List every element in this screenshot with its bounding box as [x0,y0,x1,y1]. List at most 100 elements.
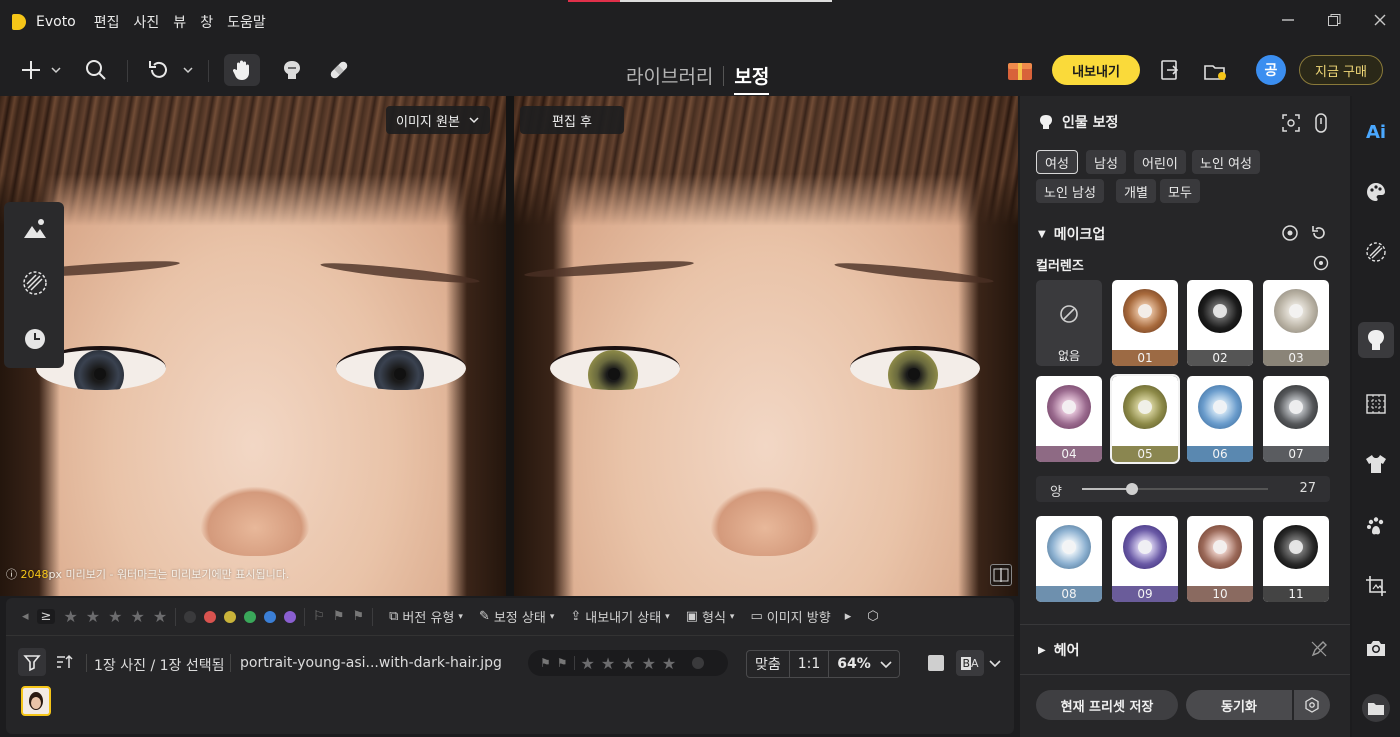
history-clock-icon[interactable] [22,326,48,352]
export-button[interactable]: 내보내기 [1052,55,1140,85]
version-type-filter[interactable]: ⧉ 버전 유형 ▾ [389,607,463,626]
flag-icon[interactable]: ⚐ [313,609,325,624]
lens-11[interactable]: 11 [1263,516,1329,602]
photo-canvas[interactable]: 이미지 원본 편집 후 ⓘ 2048px 미리보기 - 워터마크는 미리보기에만… [0,96,1018,596]
landscape-tool-icon[interactable] [22,216,48,242]
folder-add-icon[interactable] [1362,694,1390,722]
sync-button[interactable]: 동기화 [1186,690,1292,720]
color-label-none[interactable] [184,610,197,623]
add-icon[interactable] [18,54,44,86]
portrait-adjust-icon[interactable] [1314,113,1328,133]
portrait-tool-icon[interactable] [1358,322,1394,358]
color-label-purple[interactable] [284,610,297,623]
amount-value[interactable]: 27 [1299,481,1316,496]
color-label-blue[interactable] [264,610,277,623]
search-icon[interactable] [82,54,110,86]
hand-tool-icon[interactable] [224,54,260,86]
visibility-eye-icon[interactable] [1280,224,1300,242]
batch-export-icon[interactable] [1200,54,1230,86]
minimize-icon[interactable] [1280,12,1296,28]
lens-03[interactable]: 03 [1263,280,1329,366]
edit-status-filter[interactable]: ✎ 보정 상태 ▾ [479,607,554,626]
sync-settings-icon[interactable] [1294,690,1330,720]
star-icon[interactable]: ★ [601,654,615,673]
texture-icon[interactable] [1362,238,1390,266]
tab-retouch[interactable]: 보정 [734,62,770,95]
save-preset-button[interactable]: 현재 프리셋 저장 [1036,690,1178,720]
star-icon[interactable]: ★ [86,607,100,626]
photo-thumbnail[interactable] [21,686,51,716]
export-panel-icon[interactable] [1156,54,1184,86]
chevron-down-icon[interactable] [48,54,64,86]
lens-02[interactable]: 02 [1187,280,1253,366]
lens-visibility-icon[interactable] [1312,255,1330,271]
color-label-dot[interactable] [692,657,705,669]
texture-brush-icon[interactable] [22,270,48,296]
reset-icon[interactable] [1310,224,1328,242]
makeup-section-toggle[interactable]: ▼ 메이크업 [1038,224,1105,244]
lens-none[interactable]: 없음 [1036,280,1102,366]
hair-edit-disabled-icon[interactable] [1310,640,1328,658]
color-palette-icon[interactable] [1362,178,1390,206]
menu-window[interactable]: 창 [200,12,213,32]
gift-promo-icon[interactable] [1004,54,1036,86]
star-icon[interactable]: ★ [130,607,144,626]
star-icon[interactable]: ★ [153,607,167,626]
lens-08[interactable]: 08 [1036,516,1102,602]
lens-04[interactable]: 04 [1036,376,1102,462]
chip-elderly-male[interactable]: 노인 남성 [1036,179,1104,203]
clothing-icon[interactable] [1362,450,1390,478]
face-retouch-icon[interactable] [278,54,306,86]
slider-knob[interactable] [1126,483,1139,495]
chip-individual[interactable]: 개별 [1116,179,1156,203]
undo-icon[interactable] [144,54,174,86]
close-icon[interactable] [1372,12,1388,28]
menu-view[interactable]: 뷰 [173,12,186,32]
menu-edit[interactable]: 편집 [94,12,120,32]
menu-photo[interactable]: 사진 [134,12,160,32]
lens-01[interactable]: 01 [1112,280,1178,366]
lens-05[interactable]: 05 [1110,374,1180,464]
chip-child[interactable]: 어린이 [1134,150,1186,174]
bandage-icon[interactable] [324,54,354,86]
greater-equal-icon[interactable]: ≥ [36,609,56,624]
lens-10[interactable]: 10 [1187,516,1253,602]
tab-library[interactable]: 라이브러리 [626,62,713,89]
sort-icon[interactable] [54,652,74,672]
single-view-icon[interactable] [928,655,944,671]
pet-paw-icon[interactable] [1362,512,1390,540]
star-icon[interactable]: ★ [108,607,122,626]
flag-reject-icon[interactable]: ⚑ [333,609,345,624]
before-after-icon[interactable]: BA [956,650,984,676]
hair-section-toggle[interactable]: ▶ 헤어 [1038,640,1079,660]
one-to-one-button[interactable]: 1:1 [790,651,830,677]
flag-reject-icon[interactable]: ⚑ [540,656,551,670]
buy-now-button[interactable]: 지금 구매 [1299,55,1383,85]
chip-female[interactable]: 여성 [1036,150,1078,174]
menu-help[interactable]: 도움말 [227,12,266,32]
ai-tools-icon[interactable]: Ai [1362,118,1390,146]
zoom-value[interactable]: 64% [829,656,879,672]
lens-06[interactable]: 06 [1187,376,1253,462]
crop-icon[interactable] [1362,572,1390,600]
chevron-down-icon[interactable] [988,656,1002,670]
camera-icon[interactable] [1362,634,1390,662]
star-icon[interactable]: ★ [662,654,676,673]
fit-button[interactable]: 맞춤 [747,651,790,677]
flag-pick-icon[interactable]: ⚑ [352,609,364,624]
color-label-yellow[interactable] [224,610,237,623]
flag-pick-icon[interactable]: ⚑ [557,656,568,670]
chevron-left-icon[interactable]: ◂ [22,609,29,624]
color-label-red[interactable] [204,610,217,623]
undo-history-chevron-icon[interactable] [180,54,196,86]
format-filter[interactable]: ▣ 형식 ▾ [686,607,735,626]
color-label-green[interactable] [244,610,257,623]
star-icon[interactable]: ★ [642,654,656,673]
filter-button[interactable] [18,648,46,676]
lens-07[interactable]: 07 [1263,376,1329,462]
play-right-icon[interactable]: ▸ [845,609,852,624]
edited-photo[interactable] [514,96,1018,596]
chip-all[interactable]: 모두 [1160,179,1200,203]
star-icon[interactable]: ★ [581,654,595,673]
original-photo[interactable] [0,96,506,596]
